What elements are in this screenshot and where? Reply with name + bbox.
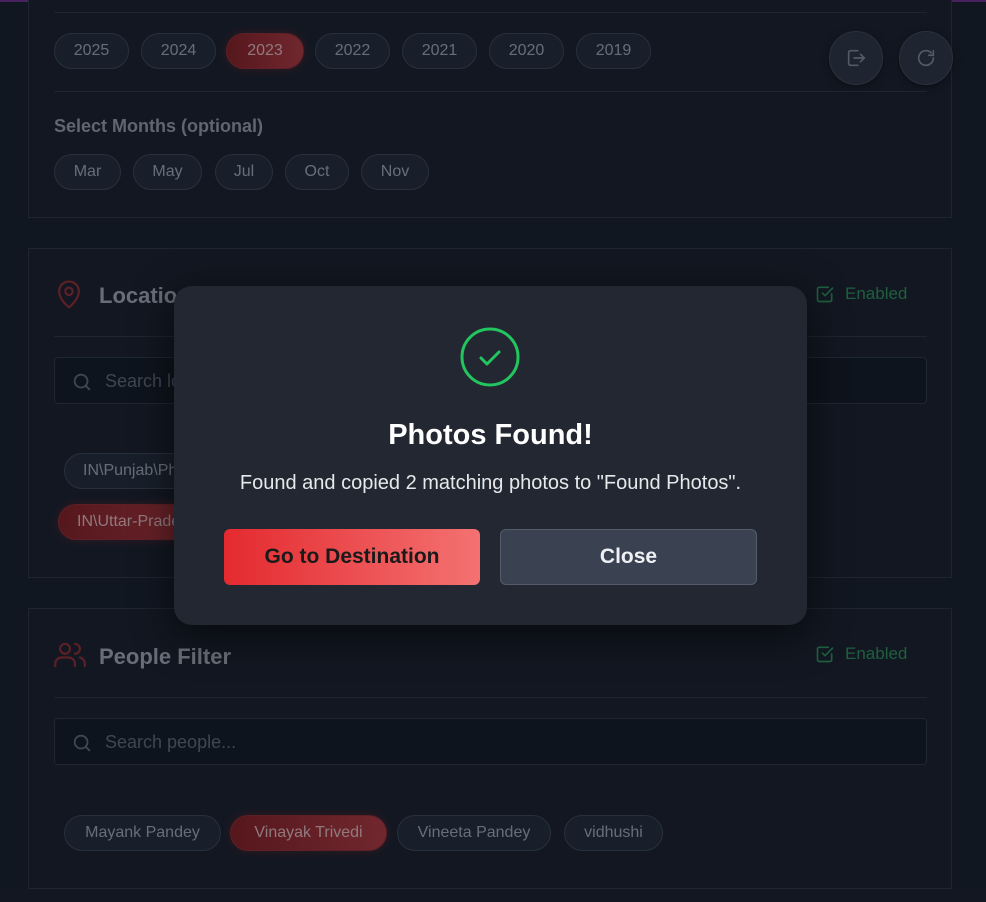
go-to-destination-button[interactable]: Go to Destination	[224, 529, 480, 585]
close-button[interactable]: Close	[500, 529, 757, 585]
photos-found-dialog: Photos Found! Found and copied 2 matchin…	[174, 286, 807, 625]
dialog-title: Photos Found!	[388, 419, 593, 451]
dialog-message: Found and copied 2 matching photos to "F…	[239, 472, 742, 494]
check-circle-icon	[460, 327, 520, 387]
